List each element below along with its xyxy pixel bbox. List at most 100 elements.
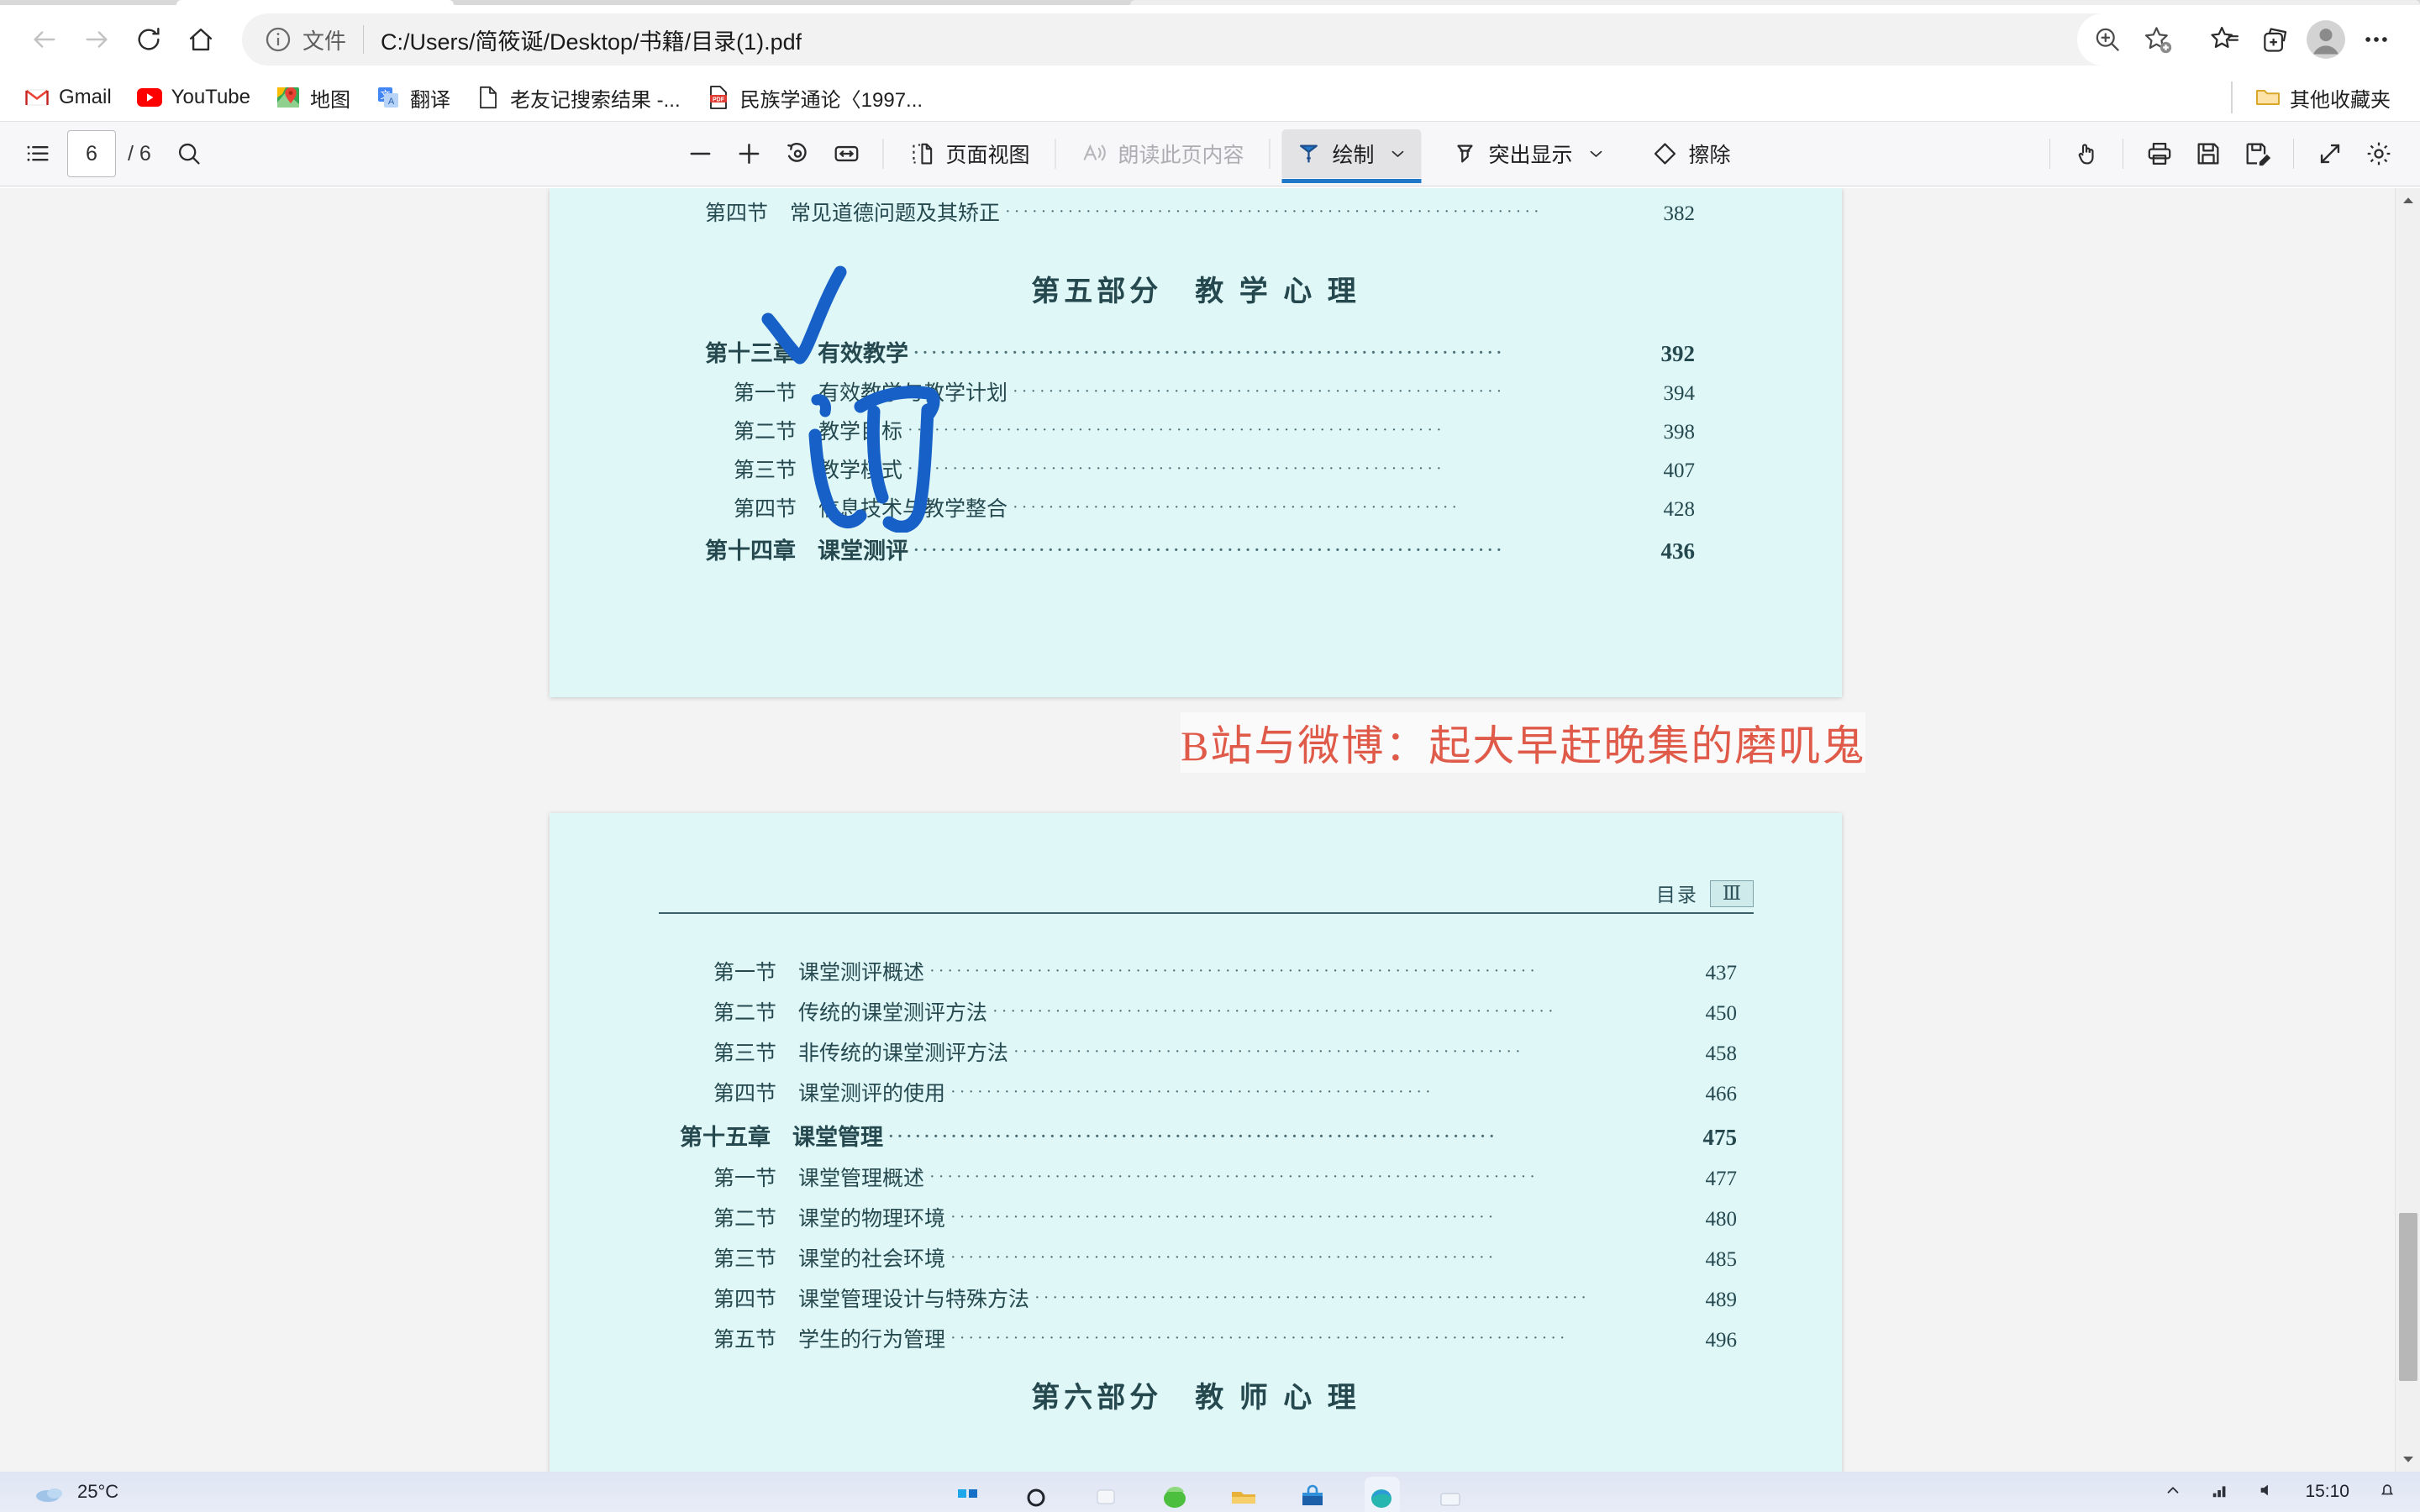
toolbar-divider [882, 139, 884, 169]
bookmark-youtube[interactable]: YouTube [126, 79, 261, 116]
toc-section-number: 第三节 [734, 459, 797, 482]
toc-row: 第一节 课堂管理概述 ·····························… [713, 1162, 1737, 1192]
erase-button[interactable]: 擦除 [1639, 129, 1744, 178]
pdf-viewer[interactable]: 第四节 常见道德问题及其矫正 ·························… [0, 188, 2420, 1472]
store-bag-icon [1302, 1484, 1323, 1505]
draw-options-caret[interactable] [1388, 144, 1408, 164]
search-in-document-button[interactable] [165, 129, 213, 178]
toc-section-title: 课堂的社会环境 [798, 1248, 946, 1271]
fullscreen-button[interactable] [2306, 129, 2354, 178]
tray-network-icon[interactable] [2211, 1481, 2229, 1504]
toc-section-title: 课堂管理设计与特殊方法 [798, 1289, 1030, 1311]
bookmark-label: 老友记搜索结果 -... [509, 88, 681, 112]
tray-volume-icon[interactable] [2258, 1481, 2276, 1504]
edge-browser-icon [1371, 1489, 1392, 1508]
task-view-button[interactable] [1089, 1477, 1124, 1512]
reload-button[interactable] [123, 13, 175, 66]
vertical-scrollbar[interactable] [2395, 188, 2420, 1472]
toc-page-number: 466 [1705, 1083, 1738, 1105]
address-bar[interactable]: 文件 C:/Users/简筱诞/Desktop/书籍/目录(1).pdf [242, 13, 2188, 66]
forward-button[interactable] [71, 13, 123, 66]
collections-button[interactable] [2250, 14, 2301, 65]
edge-icon[interactable] [1365, 1477, 1400, 1512]
page-header-number: Ⅲ [1709, 880, 1754, 907]
file-explorer-icon[interactable] [1227, 1477, 1262, 1512]
folder-icon [1232, 1492, 1255, 1504]
settings-and-more-button[interactable] [2351, 14, 2402, 65]
scroll-down-button[interactable] [2396, 1446, 2420, 1472]
toc-leader-dots: ········································… [913, 344, 1506, 362]
bookmark-maps[interactable]: 地图 [265, 79, 361, 116]
store-icon[interactable] [1296, 1477, 1331, 1512]
toc-page-number: 436 [1660, 538, 1696, 564]
fit-width-button[interactable] [822, 129, 871, 178]
wechat-icon[interactable] [1158, 1477, 1193, 1512]
gear-icon [2367, 142, 2391, 165]
toc-section-title: 课堂管理概述 [798, 1168, 925, 1190]
highlight-button[interactable]: 突出显示 [1439, 129, 1620, 178]
hand-tool-button[interactable] [2062, 129, 2111, 178]
site-info-icon[interactable] [264, 25, 292, 54]
add-favorite-button[interactable] [2133, 14, 2183, 65]
taskbar-clock[interactable]: 15:10 [2305, 1482, 2349, 1501]
toc-row: 第四节 课堂测评的使用 ····························… [713, 1077, 1737, 1107]
save-as-button[interactable] [2233, 129, 2281, 178]
volume-icon [2261, 1484, 2269, 1495]
toc-chapter-number: 第十五章 [680, 1125, 771, 1150]
toc-leader-dots: ········································… [1005, 202, 1543, 221]
bookmark-page[interactable]: 老友记搜索结果 -... [465, 79, 692, 116]
read-aloud-button[interactable]: 朗读此页内容 [1067, 129, 1257, 178]
print-button[interactable] [2135, 129, 2184, 178]
home-button[interactable] [175, 13, 227, 66]
back-arrow-icon [34, 31, 55, 48]
page-view-button[interactable]: 页面视图 [895, 129, 1043, 178]
highlight-options-caret[interactable] [1586, 144, 1607, 164]
toc-section-title: 传统的课堂测评方法 [798, 1002, 988, 1025]
pdf-toolbar-center-group: 页面视图 朗读此页内容 绘制 突出显示 擦除 [676, 129, 1744, 183]
bookmark-gmail[interactable]: Gmail [13, 79, 123, 116]
favorites-star-list-icon [2211, 26, 2238, 48]
draw-button[interactable]: 绘制 [1281, 129, 1422, 183]
back-button[interactable] [18, 13, 71, 66]
page-number-input[interactable]: 6 [67, 130, 116, 177]
bookmark-label: YouTube [171, 86, 250, 108]
printer-icon [2148, 142, 2171, 165]
rotate-button[interactable] [773, 129, 822, 178]
favorites-button[interactable] [2200, 14, 2250, 65]
save-as-pen-icon [2246, 143, 2271, 166]
window-icon[interactable] [1434, 1477, 1469, 1512]
zoom-in-button[interactable] [724, 129, 773, 178]
toc-row: 第二节 传统的课堂测评方法 ··························… [713, 996, 1737, 1026]
toc-leader-dots: ········································… [908, 421, 1445, 439]
toc-toggle-button[interactable] [13, 129, 62, 178]
pdf-page: 第四节 常见道德问题及其矫正 ·························… [550, 188, 1842, 697]
toc-leader-dots: ········································… [929, 1168, 1539, 1186]
notification-center-button[interactable] [2378, 1481, 2396, 1504]
zoom-button[interactable] [2082, 14, 2133, 65]
bookmark-pdf[interactable]: PDF 民族学通论〈1997... [695, 79, 934, 116]
address-bar-url[interactable]: C:/Users/简筱诞/Desktop/书籍/目录(1).pdf [381, 24, 802, 56]
toc-leader-dots: ········································… [1013, 498, 1461, 517]
bookmark-translate[interactable]: 文 A 翻译 [365, 79, 461, 116]
toc-leader-dots: ········································… [950, 1208, 1497, 1226]
tray-chevron-up[interactable] [2164, 1481, 2182, 1504]
pdf-settings-button[interactable] [2354, 129, 2403, 178]
search-button[interactable] [1020, 1477, 1055, 1512]
search-icon [178, 143, 200, 165]
start-button[interactable] [951, 1477, 986, 1512]
zoom-out-button[interactable] [676, 129, 724, 178]
scroll-up-button[interactable] [2396, 188, 2420, 213]
expand-arrows-icon [2320, 144, 2340, 164]
other-favorites-folder[interactable]: 其他收藏夹 [2244, 79, 2402, 116]
active-tab[interactable] [176, 0, 454, 5]
reload-icon [138, 28, 160, 50]
toc-row: 第十五章 课堂管理 ······························… [680, 1119, 1737, 1152]
taskbar-weather-widget[interactable]: 25°C [34, 1479, 118, 1504]
profile-button[interactable] [2301, 14, 2351, 65]
save-button[interactable] [2184, 129, 2233, 178]
tab-strip[interactable] [0, 0, 2420, 5]
toc-row: 第十三章 有效教学 ······························… [705, 335, 1695, 368]
toolbar-divider [2293, 139, 2294, 169]
scrollbar-thumb[interactable] [2399, 1213, 2417, 1381]
draw-label: 绘制 [1332, 144, 1375, 167]
